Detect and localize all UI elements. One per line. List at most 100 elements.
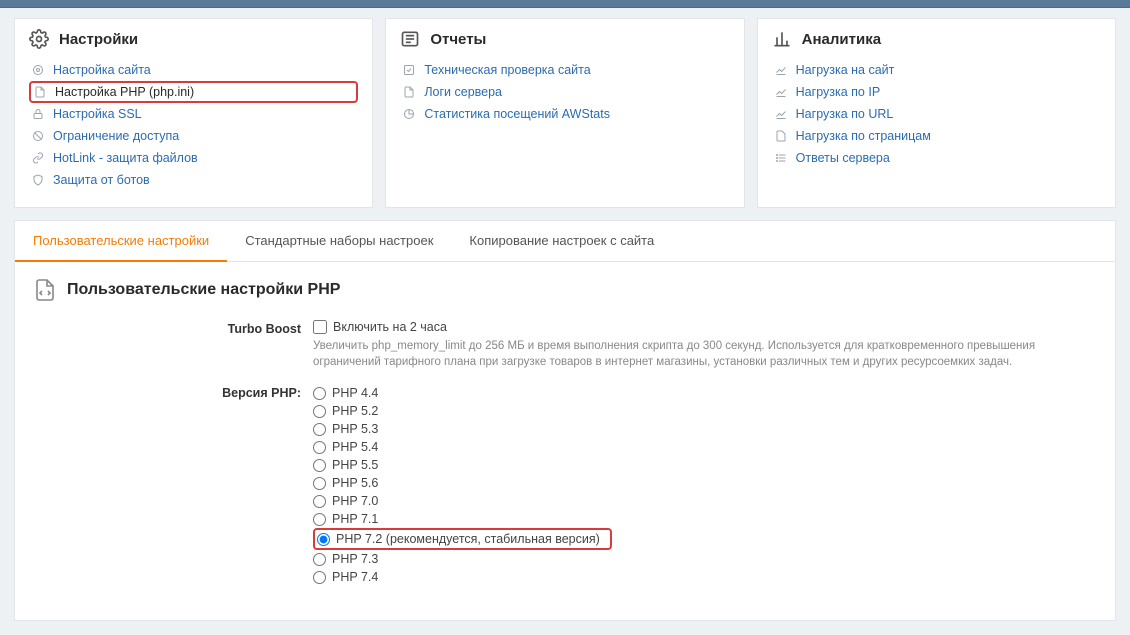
reports-item-label[interactable]: Логи сервера <box>424 85 502 99</box>
panel-settings-title: Настройки <box>59 31 138 48</box>
analytics-item-pages[interactable]: Нагрузка по страницам <box>772 125 1101 147</box>
php-option[interactable]: PHP 5.6 <box>313 474 1097 492</box>
php-radio[interactable] <box>313 441 326 454</box>
tabs: Пользовательские настройки Стандартные н… <box>15 221 1115 262</box>
php-option[interactable]: PHP 4.4 <box>313 384 1097 402</box>
php-option[interactable]: PHP 7.4 <box>313 568 1097 586</box>
php-option[interactable]: PHP 5.4 <box>313 438 1097 456</box>
php-option[interactable]: PHP 7.3 <box>313 550 1097 568</box>
analytics-item-label[interactable]: Нагрузка по IP <box>796 85 881 99</box>
settings-item-site[interactable]: Настройка сайта <box>29 59 358 81</box>
graph-icon <box>774 63 788 77</box>
panel-reports-title: Отчеты <box>430 31 486 48</box>
bar-chart-icon <box>772 29 792 49</box>
file-icon <box>774 129 788 143</box>
php-option-label: PHP 5.6 <box>332 476 378 490</box>
settings-item-ssl[interactable]: Настройка SSL <box>29 103 358 125</box>
php-option-label: PHP 5.4 <box>332 440 378 454</box>
php-radio[interactable] <box>313 495 326 508</box>
settings-item-label[interactable]: Ограничение доступа <box>53 129 179 143</box>
php-option-label: PHP 7.2 (рекомендуется, стабильная верси… <box>336 532 600 546</box>
analytics-item-site[interactable]: Нагрузка на сайт <box>772 59 1101 81</box>
reports-item-label[interactable]: Статистика посещений AWStats <box>424 107 610 121</box>
tab-user-settings[interactable]: Пользовательские настройки <box>15 221 227 262</box>
row-turbo: Turbo Boost Включить на 2 часа Увеличить… <box>33 320 1097 370</box>
reports-item-label[interactable]: Техническая проверка сайта <box>424 63 590 77</box>
php-option[interactable]: PHP 5.5 <box>313 456 1097 474</box>
newspaper-icon <box>400 29 420 49</box>
php-radio[interactable] <box>313 423 326 436</box>
settings-item-hotlink[interactable]: HotLink - защита файлов <box>29 147 358 169</box>
turbo-checkbox[interactable] <box>313 320 327 334</box>
analytics-item-url[interactable]: Нагрузка по URL <box>772 103 1101 125</box>
cog-small-icon <box>31 63 45 77</box>
list-icon <box>774 151 788 165</box>
analytics-item-ip[interactable]: Нагрузка по IP <box>772 81 1101 103</box>
php-version-label: Версия PHP: <box>33 384 313 586</box>
php-radio[interactable] <box>313 477 326 490</box>
pie-chart-icon <box>402 107 416 121</box>
content-title-row: Пользовательские настройки PHP <box>33 278 1097 302</box>
php-radio[interactable] <box>313 387 326 400</box>
php-option-recommended[interactable]: PHP 7.2 (рекомендуется, стабильная верси… <box>313 528 612 550</box>
lock-icon <box>31 107 45 121</box>
turbo-label: Turbo Boost <box>33 320 313 370</box>
panel-analytics-title: Аналитика <box>802 31 881 48</box>
php-radio[interactable] <box>313 459 326 472</box>
php-option-label: PHP 7.1 <box>332 512 378 526</box>
reports-item-awstats[interactable]: Статистика посещений AWStats <box>400 103 729 125</box>
panel-reports: Отчеты Техническая проверка сайта Логи с… <box>385 18 744 208</box>
panel-settings-header: Настройки <box>29 29 358 49</box>
turbo-field: Включить на 2 часа Увеличить php_memory_… <box>313 320 1097 370</box>
php-radio[interactable] <box>313 513 326 526</box>
reports-item-check[interactable]: Техническая проверка сайта <box>400 59 729 81</box>
ban-icon <box>31 129 45 143</box>
content: Пользовательские настройки PHP Turbo Boo… <box>14 262 1116 621</box>
php-file-icon <box>33 85 47 99</box>
settings-item-label: Настройка PHP (php.ini) <box>55 85 194 99</box>
php-option-label: PHP 7.0 <box>332 494 378 508</box>
php-radio[interactable] <box>313 553 326 566</box>
reports-item-logs[interactable]: Логи сервера <box>400 81 729 103</box>
php-option-label: PHP 7.3 <box>332 552 378 566</box>
settings-item-php[interactable]: Настройка PHP (php.ini) <box>29 81 358 103</box>
panel-reports-header: Отчеты <box>400 29 729 49</box>
analytics-item-responses[interactable]: Ответы сервера <box>772 147 1101 169</box>
analytics-item-label[interactable]: Нагрузка по URL <box>796 107 894 121</box>
settings-item-label[interactable]: HotLink - защита файлов <box>53 151 198 165</box>
shield-icon <box>31 173 45 187</box>
row-php-version: Версия PHP: PHP 4.4 PHP 5.2 PHP 5.3 PHP … <box>33 384 1097 586</box>
settings-item-label[interactable]: Настройка сайта <box>53 63 151 77</box>
php-option[interactable]: PHP 7.0 <box>313 492 1097 510</box>
analytics-item-label[interactable]: Нагрузка по страницам <box>796 129 931 143</box>
php-radio[interactable] <box>313 571 326 584</box>
analytics-item-label[interactable]: Ответы сервера <box>796 151 890 165</box>
php-option-label: PHP 5.3 <box>332 422 378 436</box>
php-version-list: PHP 4.4 PHP 5.2 PHP 5.3 PHP 5.4 PHP 5.5 … <box>313 384 1097 586</box>
tab-copy-settings[interactable]: Копирование настроек с сайта <box>451 221 672 261</box>
tab-standard-sets[interactable]: Стандартные наборы настроек <box>227 221 451 261</box>
turbo-hint: Увеличить php_memory_limit до 256 МБ и в… <box>313 338 1097 370</box>
php-option[interactable]: PHP 7.1 <box>313 510 1097 528</box>
settings-item-label[interactable]: Защита от ботов <box>53 173 150 187</box>
php-version-field: PHP 4.4 PHP 5.2 PHP 5.3 PHP 5.4 PHP 5.5 … <box>313 384 1097 586</box>
php-option[interactable]: PHP 5.2 <box>313 402 1097 420</box>
panel-analytics: Аналитика Нагрузка на сайт Нагрузка по I… <box>757 18 1116 208</box>
panel-analytics-header: Аналитика <box>772 29 1101 49</box>
php-radio[interactable] <box>317 533 330 546</box>
panel-settings-list: Настройка сайта Настройка PHP (php.ini) … <box>29 59 358 191</box>
file-icon <box>402 85 416 99</box>
settings-item-label[interactable]: Настройка SSL <box>53 107 142 121</box>
panels-row: Настройки Настройка сайта Настройка PHP … <box>0 8 1130 220</box>
settings-item-access[interactable]: Ограничение доступа <box>29 125 358 147</box>
analytics-item-label[interactable]: Нагрузка на сайт <box>796 63 895 77</box>
settings-item-bots[interactable]: Защита от ботов <box>29 169 358 191</box>
php-option-label: PHP 4.4 <box>332 386 378 400</box>
php-option[interactable]: PHP 5.3 <box>313 420 1097 438</box>
php-option-label: PHP 5.5 <box>332 458 378 472</box>
graph-icon <box>774 107 788 121</box>
php-radio[interactable] <box>313 405 326 418</box>
panel-reports-list: Техническая проверка сайта Логи сервера … <box>400 59 729 125</box>
panel-analytics-list: Нагрузка на сайт Нагрузка по IP Нагрузка… <box>772 59 1101 169</box>
gear-icon <box>29 29 49 49</box>
